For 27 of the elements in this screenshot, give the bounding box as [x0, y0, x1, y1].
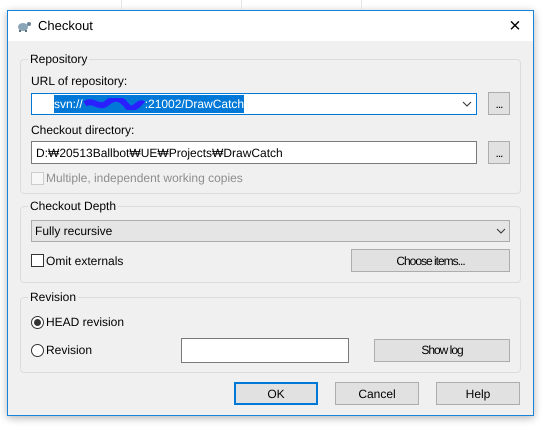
group-title: Repository: [28, 52, 90, 66]
url-combobox[interactable]: svn:// :21002/DrawCatch: [31, 92, 477, 114]
checkbox[interactable]: [31, 254, 44, 267]
browse-button[interactable]: ...: [488, 141, 510, 164]
close-button[interactable]: ×: [505, 16, 525, 36]
browse-button[interactable]: ...: [488, 92, 510, 115]
choose-items-button[interactable]: Choose items...: [351, 249, 510, 272]
depth-dropdown[interactable]: Fully recursive: [31, 220, 510, 242]
radio-label: HEAD revision: [46, 314, 124, 331]
directory-field[interactable]: D:₩20513Ballbot₩UE₩Projects₩DrawCatch: [31, 141, 477, 164]
dialog-button[interactable]: OK: [234, 382, 318, 405]
turtle-icon: [16, 19, 32, 33]
field-label: URL of repository:: [31, 73, 128, 90]
radio-label: Revision: [46, 342, 92, 359]
show-log-button[interactable]: Show log: [374, 338, 510, 362]
group-title: Checkout Depth: [28, 199, 118, 213]
dialog-button[interactable]: Cancel: [335, 382, 419, 405]
radio-button[interactable]: [31, 316, 44, 328]
radio-button[interactable]: [31, 344, 44, 356]
revision-field[interactable]: [181, 338, 349, 362]
dialog-button[interactable]: Help: [436, 382, 520, 405]
window-title: Checkout: [38, 17, 93, 36]
field-label: Checkout directory:: [31, 122, 136, 139]
checkbox-label: Omit externals: [46, 252, 124, 270]
url-value: svn:// :21002/DrawCatch: [54, 94, 244, 112]
checkbox-label: Multiple, independent working copies: [46, 170, 243, 187]
group-title: Revision: [28, 290, 78, 304]
